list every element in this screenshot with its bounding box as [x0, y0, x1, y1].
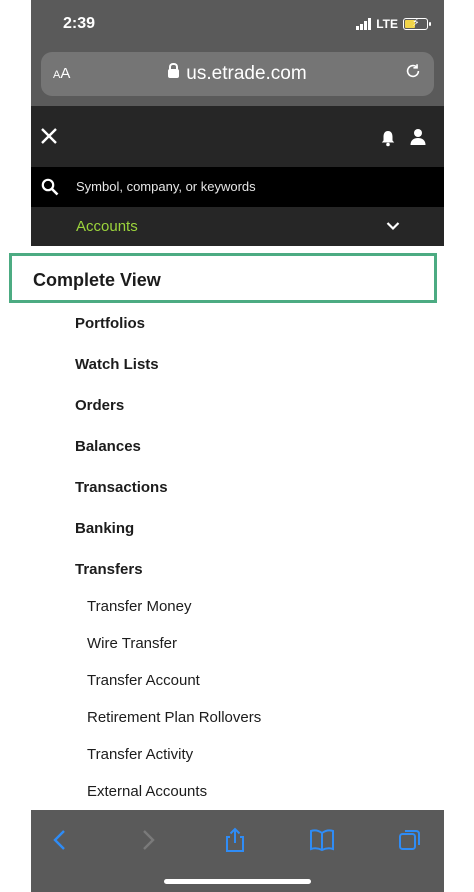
submenu-item-wire-transfer[interactable]: Wire Transfer — [87, 635, 177, 652]
submenu-item-retirement-rollovers[interactable]: Retirement Plan Rollovers — [87, 709, 261, 726]
submenu-item-transfer-activity[interactable]: Transfer Activity — [87, 746, 193, 763]
back-arrow-icon[interactable] — [47, 827, 73, 853]
browser-chrome: AA us.etrade.com — [31, 46, 444, 106]
url-text: us.etrade.com — [186, 63, 307, 84]
signal-icon — [356, 18, 372, 30]
submenu-item-external-accounts[interactable]: External Accounts — [87, 783, 207, 800]
menu-item-orders[interactable]: Orders — [75, 397, 124, 414]
chevron-down-icon[interactable] — [386, 221, 400, 231]
battery-icon: ⚡ — [403, 17, 431, 30]
site-header — [31, 106, 444, 167]
status-bar: 2:39 LTE ⚡ — [31, 0, 444, 46]
submenu-item-transfer-money[interactable]: Transfer Money — [87, 598, 191, 615]
home-indicator — [164, 879, 311, 884]
lock-icon — [168, 63, 180, 78]
search-input[interactable]: Symbol, company, or keywords — [76, 179, 256, 194]
menu-item-portfolios[interactable]: Portfolios — [75, 315, 145, 332]
share-icon[interactable] — [222, 827, 248, 853]
accounts-dropdown[interactable]: Accounts — [31, 207, 444, 246]
status-time: 2:39 — [63, 15, 96, 32]
accounts-label: Accounts — [76, 218, 138, 235]
url-display[interactable]: us.etrade.com — [41, 63, 434, 85]
reload-icon[interactable] — [404, 62, 422, 80]
menu-item-complete-view[interactable]: Complete View — [33, 270, 161, 291]
close-icon[interactable] — [39, 126, 59, 146]
tabs-icon[interactable] — [397, 827, 423, 853]
search-icon[interactable] — [41, 178, 59, 196]
submenu-item-transfer-account[interactable]: Transfer Account — [87, 672, 200, 689]
menu-item-balances[interactable]: Balances — [75, 438, 141, 455]
book-icon[interactable] — [309, 827, 335, 853]
address-bar[interactable]: AA us.etrade.com — [41, 52, 434, 96]
network-label: LTE — [376, 17, 398, 31]
menu-item-banking[interactable]: Banking — [75, 520, 134, 537]
browser-toolbar — [31, 810, 444, 892]
menu-item-watch-lists[interactable]: Watch Lists — [75, 356, 159, 373]
status-indicators: LTE ⚡ — [356, 17, 431, 31]
symbol-search-bar[interactable]: Symbol, company, or keywords — [31, 167, 444, 207]
forward-arrow-icon[interactable] — [135, 827, 161, 853]
menu-item-transactions[interactable]: Transactions — [75, 479, 168, 496]
bell-icon[interactable] — [380, 129, 396, 147]
person-icon[interactable] — [409, 128, 427, 146]
menu-item-transfers[interactable]: Transfers — [75, 561, 143, 578]
